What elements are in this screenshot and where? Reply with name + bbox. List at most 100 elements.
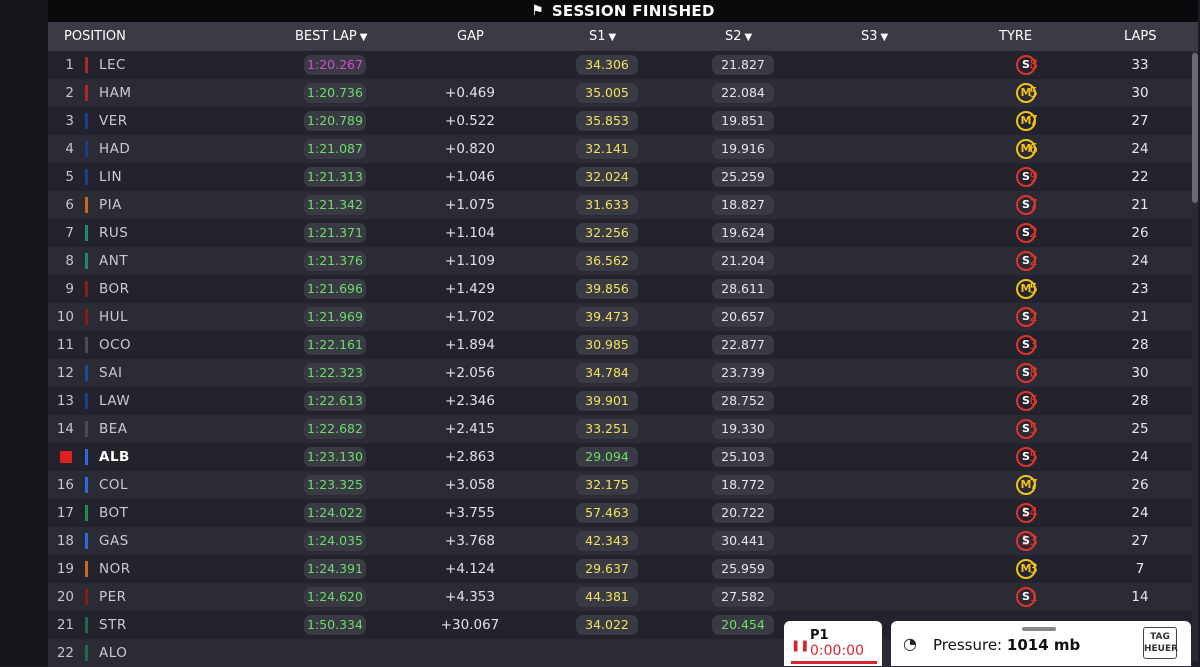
sector1-time: 34.306 xyxy=(576,55,638,75)
gap-time: +1.046 xyxy=(445,169,495,185)
best-lap-time: 1:21.969 xyxy=(304,307,366,327)
gap-time: +1.702 xyxy=(445,309,495,325)
table-header: POSITION BEST LAP ▼ GAP S1 ▼ S2 ▼ S3 ▼ TYRE … xyxy=(48,22,1198,51)
table-row[interactable]: 13 LAW 1:22.613 +2.346 39.901 28.752 6 S 28 xyxy=(48,387,1192,415)
checkered-flag-icon: ⚑ xyxy=(531,3,544,19)
gap-time: +3.768 xyxy=(445,533,495,549)
driver-code: HAM xyxy=(99,85,132,101)
driver-code: BOT xyxy=(99,505,129,521)
drag-handle[interactable] xyxy=(1022,627,1056,631)
lap-count: 33 xyxy=(1131,57,1149,73)
team-color-bar xyxy=(85,113,88,129)
header-position[interactable]: POSITION xyxy=(64,22,126,51)
driver-code: HAD xyxy=(99,141,131,157)
best-lap-time: 1:21.376 xyxy=(304,251,366,271)
header-s1[interactable]: S1 ▼ xyxy=(589,22,616,51)
sector1-time: 29.094 xyxy=(576,447,638,467)
driver-code: BEA xyxy=(99,421,128,437)
sector1-time: 34.022 xyxy=(576,615,638,635)
header-laps[interactable]: LAPS xyxy=(1124,22,1157,51)
table-row[interactable]: 17 BOT 1:24.022 +3.755 57.463 20.722 14 S 24 xyxy=(48,499,1192,527)
position-number: 10 xyxy=(56,309,74,325)
medium-tyre-icon: M xyxy=(1016,475,1036,495)
table-row[interactable]: 8 ANT 1:21.376 +1.109 36.562 21.204 2 S 24 xyxy=(48,247,1192,275)
sector2-time: 28.611 xyxy=(712,279,774,299)
position-number: 14 xyxy=(56,421,74,437)
lap-count: 26 xyxy=(1131,225,1149,241)
sector1-time: 36.562 xyxy=(576,251,638,271)
position-number: 8 xyxy=(65,253,74,269)
best-lap-time: 1:21.371 xyxy=(304,223,366,243)
table-row[interactable]: 2 HAM 1:20.736 +0.469 35.005 22.084 5 M 30 xyxy=(48,79,1192,107)
position-number: 17 xyxy=(56,505,74,521)
session-clock: 0:00:00 xyxy=(810,643,864,659)
driver-code: OCO xyxy=(99,337,132,353)
lap-count: 24 xyxy=(1131,253,1149,269)
table-row[interactable]: 14 BEA 1:22.682 +2.415 33.251 19.330 5 S 25 xyxy=(48,415,1192,443)
header-s3[interactable]: S3 ▼ xyxy=(861,22,888,51)
table-row[interactable]: ALB 1:23.130 +2.863 29.094 25.103 5 S 24 xyxy=(48,443,1192,471)
header-tyre[interactable]: TYRE xyxy=(999,22,1032,51)
table-row[interactable]: 9 BOR 1:21.696 +1.429 39.856 28.611 5 M 23 xyxy=(48,275,1192,303)
position-number: 22 xyxy=(56,645,74,661)
position-number: 3 xyxy=(65,113,74,129)
gap-time: +3.058 xyxy=(445,477,495,493)
table-row[interactable]: 19 NOR 1:24.391 +4.124 29.637 25.959 3 M 7 xyxy=(48,555,1192,583)
sector2-time: 19.624 xyxy=(712,223,774,243)
best-lap-time: 1:50.334 xyxy=(304,615,366,635)
driver-code: RUS xyxy=(99,225,129,241)
table-row[interactable]: 12 SAI 1:22.323 +2.056 34.784 23.739 8 S 30 xyxy=(48,359,1192,387)
sector1-time: 44.381 xyxy=(576,587,638,607)
team-color-bar xyxy=(85,85,88,101)
medium-tyre-icon: M xyxy=(1016,279,1036,299)
pause-icon[interactable]: ❚❚ xyxy=(791,639,809,652)
soft-tyre-icon: S xyxy=(1016,167,1036,187)
table-row[interactable]: 18 GAS 1:24.035 +3.768 42.343 30.441 13 S 27 xyxy=(48,527,1192,555)
table-row[interactable]: 10 HUL 1:21.969 +1.702 39.473 20.657 2 S 21 xyxy=(48,303,1192,331)
driver-code: ALO xyxy=(99,645,128,661)
header-gap[interactable]: GAP xyxy=(457,22,484,51)
chevron-down-icon: ▼ xyxy=(359,32,368,43)
sector2-time: 28.752 xyxy=(712,391,774,411)
lap-count: 27 xyxy=(1131,533,1149,549)
sector2-time: 22.084 xyxy=(712,83,774,103)
lap-count: 14 xyxy=(1131,589,1149,605)
pressure-label: Pressure: xyxy=(933,636,1003,654)
sector1-time: 32.256 xyxy=(576,223,638,243)
table-row[interactable]: 7 RUS 1:21.371 +1.104 32.256 19.624 2 S 26 xyxy=(48,219,1192,247)
table-row[interactable]: 3 VER 1:20.789 +0.522 35.853 19.851 7 M 27 xyxy=(48,107,1192,135)
table-row[interactable]: 4 HAD 1:21.087 +0.820 32.141 19.916 6 M 24 xyxy=(48,135,1192,163)
gap-time: +0.469 xyxy=(445,85,495,101)
sector1-time: 32.141 xyxy=(576,139,638,159)
table-row[interactable]: 20 PER 1:24.620 +4.353 44.381 27.582 1 S 14 xyxy=(48,583,1192,611)
team-color-bar xyxy=(85,393,88,409)
table-row[interactable]: 6 PIA 1:21.342 +1.075 31.633 18.827 7 S 21 xyxy=(48,191,1192,219)
team-color-bar xyxy=(85,169,88,185)
lap-count: 23 xyxy=(1131,281,1149,297)
best-lap-time: 1:20.736 xyxy=(304,83,366,103)
header-s2[interactable]: S2 ▼ xyxy=(725,22,752,51)
best-lap-time: 1:23.130 xyxy=(304,447,366,467)
gap-time: +0.820 xyxy=(445,141,495,157)
table-row[interactable]: 11 OCO 1:22.161 +1.894 30.985 22.877 3 S 28 xyxy=(48,331,1192,359)
gap-time: +1.104 xyxy=(445,225,495,241)
header-best-lap[interactable]: BEST LAP ▼ xyxy=(295,22,367,51)
position-number: 19 xyxy=(56,561,74,577)
best-lap-time: 1:21.313 xyxy=(304,167,366,187)
table-row[interactable]: 5 LIN 1:21.313 +1.046 32.024 25.259 9 S 22 xyxy=(48,163,1192,191)
table-row[interactable]: 1 LEC 1:20.267 34.306 21.827 8 S 33 xyxy=(48,51,1192,79)
sector2-time: 20.454 xyxy=(712,615,774,635)
scrollbar-thumb[interactable] xyxy=(1192,53,1198,203)
position-number: 9 xyxy=(65,281,74,297)
table-row[interactable]: 16 COL 1:23.325 +3.058 32.175 18.772 7 M 26 xyxy=(48,471,1192,499)
sector1-time: 35.853 xyxy=(576,111,638,131)
team-color-bar xyxy=(85,281,88,297)
gauge-icon: ◔ xyxy=(903,634,917,653)
team-color-bar xyxy=(85,225,88,241)
best-lap-time: 1:24.035 xyxy=(304,531,366,551)
gap-time: +1.075 xyxy=(445,197,495,213)
sector1-time: 34.784 xyxy=(576,363,638,383)
medium-tyre-icon: M xyxy=(1016,139,1036,159)
scrollbar[interactable] xyxy=(1192,51,1198,661)
best-lap-time: 1:23.325 xyxy=(304,475,366,495)
